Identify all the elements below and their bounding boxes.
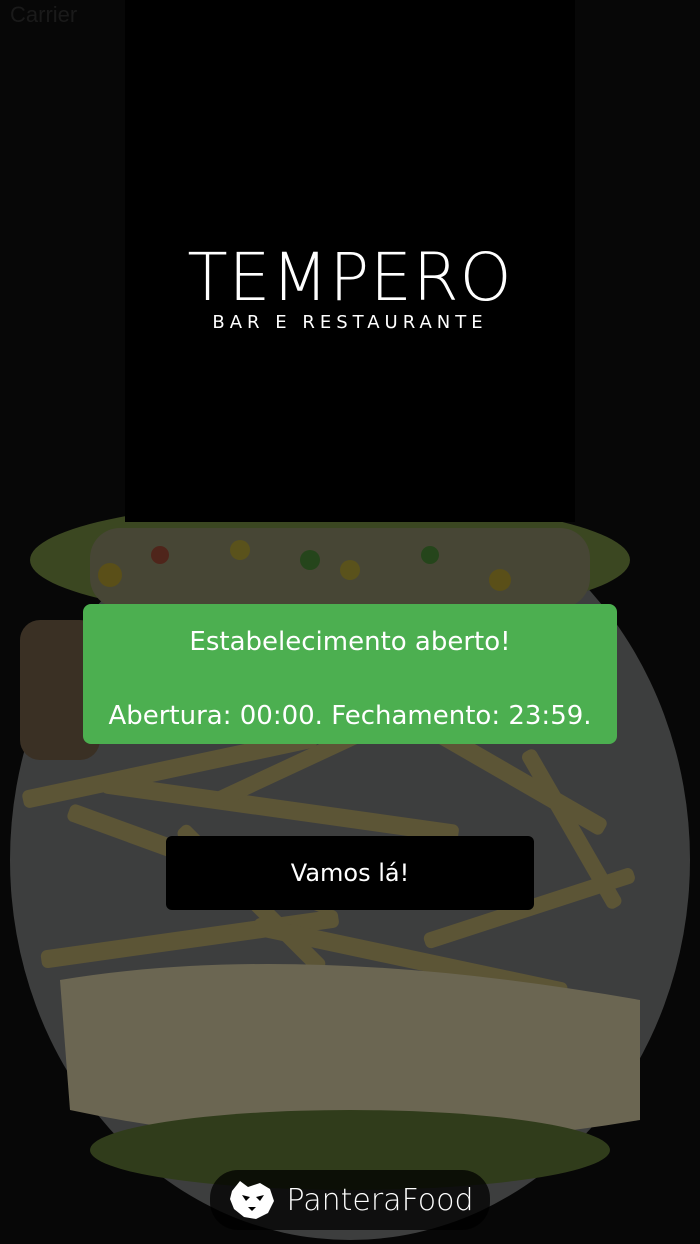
splash-screen: Carrier TEMPERO BAR E RESTAURANTE Estabe… bbox=[0, 0, 700, 1244]
panther-icon bbox=[230, 1181, 275, 1219]
lets-go-button[interactable]: Vamos lá! bbox=[166, 836, 534, 910]
logo-panel: TEMPERO BAR E RESTAURANTE bbox=[125, 0, 575, 522]
restaurant-logo-title: TEMPERO bbox=[187, 239, 513, 316]
brand-name: PanteraFood bbox=[286, 1182, 474, 1218]
pantera-food-brand: PanteraFood bbox=[210, 1170, 490, 1230]
opening-status-card: Estabelecimento aberto! Abertura: 00:00.… bbox=[83, 604, 617, 744]
carrier-label: Carrier bbox=[10, 2, 78, 27]
opening-hours-message: Abertura: 00:00. Fechamento: 23:59. bbox=[108, 701, 592, 731]
restaurant-logo-subtitle: BAR E RESTAURANTE bbox=[212, 312, 488, 333]
open-status-message: Estabelecimento aberto! bbox=[189, 627, 511, 657]
